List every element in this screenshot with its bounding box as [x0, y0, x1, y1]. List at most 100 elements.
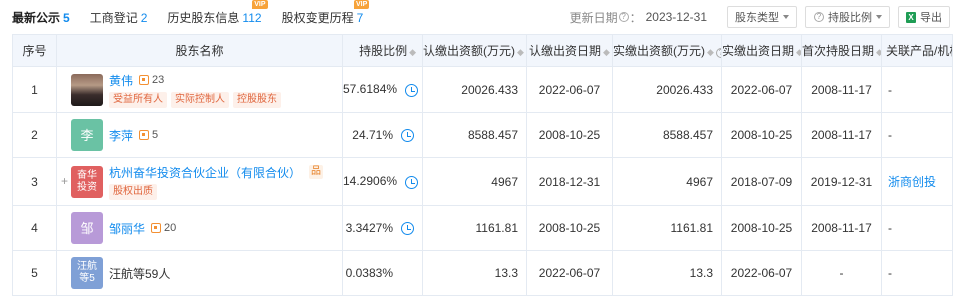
header-label: 序号: [22, 44, 47, 58]
filter-label: 持股比例: [828, 12, 872, 24]
first-date-cell: -: [801, 250, 882, 296]
structure-icon[interactable]: 品: [309, 165, 324, 179]
subscribed-date-cell: 2022-06-07: [526, 250, 613, 296]
shareholder-name-link[interactable]: 杭州奋华投资合伙企业（有限合伙）: [109, 164, 301, 181]
tag-beneficial-owner[interactable]: 受益所有人: [109, 91, 167, 108]
tab-label: 股权变更历程: [281, 10, 354, 25]
history-clock-icon[interactable]: [405, 175, 419, 189]
expand-icon[interactable]: +: [61, 174, 68, 188]
table-row: 4 邹 邹丽华 20 3.3427% 1161.81 2008-10-25 11…: [12, 205, 953, 251]
excel-icon: X: [906, 11, 916, 23]
paid-date-cell: 2022-06-07: [721, 66, 802, 113]
ratio-cell: 14.2906%: [342, 157, 423, 206]
relation-count[interactable]: 20: [151, 222, 176, 234]
caret-down-icon: [876, 15, 882, 19]
relation-count[interactable]: 23: [139, 74, 164, 86]
history-clock-icon[interactable]: [405, 83, 419, 97]
col-subscribed[interactable]: 认缴出资额(万元) ◆: [422, 34, 527, 67]
sort-icon[interactable]: ◆: [409, 47, 416, 57]
shareholder-type-filter[interactable]: 股东类型: [727, 6, 797, 28]
shareholder-table: 序号 股东名称 持股比例 ◆ 认缴出资额(万元) ◆ 认缴出资日期 ◆ 实缴出资额(万…: [12, 34, 953, 296]
related-cell: 浙商创投: [881, 157, 953, 206]
tab-history-shareholders[interactable]: 历史股东信息 112 VIP: [167, 0, 268, 26]
avatar[interactable]: 李: [71, 119, 103, 151]
paid-date-cell: 2022-06-07: [721, 250, 802, 296]
first-date-cell: 2019-12-31: [801, 157, 882, 206]
export-button[interactable]: X 导出: [898, 6, 950, 28]
row-index: 5: [12, 250, 57, 296]
update-date-value: 2023-12-31: [645, 10, 707, 24]
question-icon[interactable]: ?: [715, 48, 721, 58]
ratio-cell: 24.71%: [342, 112, 423, 158]
shareholder-cell: + 奋华 投资 杭州奋华投资合伙企业（有限合伙） 品 股权出质: [56, 157, 343, 206]
subscribed-date-cell: 2008-10-25: [526, 205, 613, 251]
tag-equity-pledge[interactable]: 股权出质: [109, 183, 157, 200]
shareholder-cell: 李 李萍 5: [56, 112, 343, 158]
first-date-cell: 2008-11-17: [801, 66, 882, 113]
col-first-date[interactable]: 首次持股日期◆: [801, 34, 882, 67]
ratio-cell: 0.0383%: [342, 250, 423, 296]
relation-count-value: 5: [152, 129, 159, 141]
ratio-cell: 57.6184%: [342, 66, 423, 113]
paid-date-cell: 2018-07-09: [721, 157, 802, 206]
avatar[interactable]: [71, 73, 103, 106]
related-cell: -: [881, 112, 953, 158]
subscribed-date-cell: 2008-10-25: [526, 112, 613, 158]
sort-icon[interactable]: ◆: [796, 47, 800, 57]
col-ratio[interactable]: 持股比例 ◆: [342, 34, 423, 67]
history-clock-icon[interactable]: [401, 129, 414, 143]
paid-cell: 13.3: [612, 250, 722, 296]
history-clock-icon[interactable]: [401, 222, 414, 236]
first-date-cell: 2008-11-17: [801, 205, 882, 251]
relation-count-value: 20: [164, 222, 177, 234]
subscribed-cell: 13.3: [422, 250, 527, 296]
paid-cell: 4967: [612, 157, 722, 206]
vip-badge: VIP: [353, 0, 370, 9]
col-paid-date[interactable]: 实缴出资日期◆: [721, 34, 802, 67]
table-row: 1 黄伟 23 受益所有人 实际控制人 控股股东 57.6184% 20026.…: [12, 66, 953, 113]
row-index: 3: [12, 157, 57, 206]
tab-business-registration[interactable]: 工商登记 2: [90, 9, 148, 26]
shareholder-name: 汪航等59人: [109, 266, 171, 281]
tag-controlling-shareholder[interactable]: 控股股东: [233, 91, 281, 108]
tab-latest-disclosure[interactable]: 最新公示 5: [12, 9, 70, 26]
update-date: 更新日期 ? ： 2023-12-31: [570, 9, 707, 26]
relation-count[interactable]: 5: [139, 129, 158, 141]
related-link[interactable]: 浙商创投: [888, 175, 936, 189]
shareholder-name-link[interactable]: 黄伟: [109, 72, 133, 89]
header-label: 认缴出资额(万元): [423, 44, 516, 58]
ratio-value: 24.71%: [352, 127, 393, 142]
tag-actual-controller[interactable]: 实际控制人: [171, 91, 229, 108]
avatar[interactable]: 邹: [71, 212, 103, 244]
subscribed-cell: 1161.81: [422, 205, 527, 251]
sort-icon[interactable]: ◆: [603, 47, 610, 57]
col-subscribed-date[interactable]: 认缴出资日期 ◆: [526, 34, 613, 67]
question-icon[interactable]: ?: [618, 12, 629, 22]
row-index: 2: [12, 112, 57, 158]
shareholder-name-link[interactable]: 邹丽华: [109, 220, 145, 237]
related-cell: -: [881, 205, 953, 251]
paid-cell: 1161.81: [612, 205, 722, 251]
sort-icon[interactable]: ◆: [876, 47, 880, 57]
subscribed-cell: 4967: [422, 157, 527, 206]
shareholder-name-link[interactable]: 李萍: [109, 127, 133, 144]
first-date-cell: 2008-11-17: [801, 112, 882, 158]
related-cell: -: [881, 66, 953, 113]
related-cell: -: [881, 250, 953, 296]
subscribed-cell: 8588.457: [422, 112, 527, 158]
question-icon: ?: [814, 12, 824, 22]
ratio-filter[interactable]: ? 持股比例: [805, 6, 890, 28]
subscribed-date-cell: 2022-06-07: [526, 66, 613, 113]
col-paid[interactable]: 实缴出资额(万元)◆?: [612, 34, 722, 67]
subscribed-date-cell: 2018-12-31: [526, 157, 613, 206]
avatar[interactable]: 奋华 投资: [71, 165, 103, 198]
paid-cell: 20026.433: [612, 66, 722, 113]
update-suffix: ：: [629, 10, 642, 25]
sort-icon[interactable]: ◆: [517, 47, 524, 57]
filter-label: 股东类型: [735, 12, 779, 24]
table-row: 3 + 奋华 投资 杭州奋华投资合伙企业（有限合伙） 品 股权出质 14.290…: [12, 157, 953, 206]
table-header-row: 序号 股东名称 持股比例 ◆ 认缴出资额(万元) ◆ 认缴出资日期 ◆ 实缴出资额(万…: [12, 34, 953, 67]
toolbar: 更新日期 ? ： 2023-12-31 股东类型 ? 持股比例 X 导出: [570, 6, 950, 28]
sort-icon[interactable]: ◆: [707, 47, 714, 57]
tab-equity-change-history[interactable]: 股权变更历程 7 VIP: [281, 0, 370, 26]
